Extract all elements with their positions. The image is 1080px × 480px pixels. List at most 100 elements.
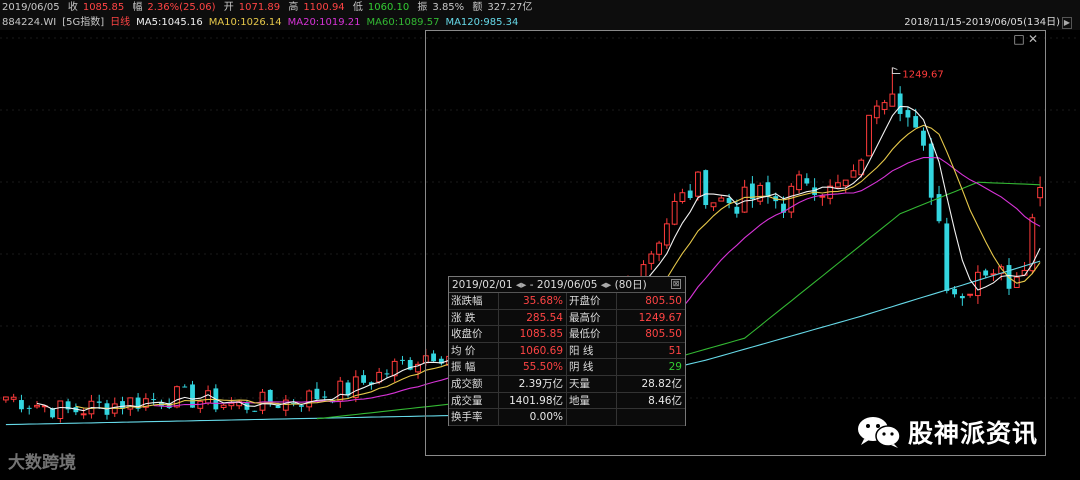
stats-start-date[interactable]: 2019/02/01: [452, 279, 513, 291]
candle-up: [391, 358, 398, 382]
amplitude-label: 振: [417, 2, 428, 13]
candle-body: [275, 405, 281, 409]
low-value: 1060.10: [367, 2, 410, 13]
candle-body: [337, 380, 344, 402]
candle-up: [220, 403, 227, 410]
candle-up: [10, 393, 17, 403]
candle-down: [19, 394, 24, 413]
candle-down: [384, 369, 390, 378]
stat-key: 开盘价: [567, 293, 617, 309]
ma10-legend: MA10:1026.14: [208, 17, 282, 28]
stats-row: 换手率 0.00%: [449, 409, 685, 426]
scroll-right-arrow-icon[interactable]: ▶: [1062, 17, 1072, 29]
step-arrows-icon[interactable]: ◂▸: [516, 279, 527, 291]
candle-body: [361, 375, 367, 383]
stat-value: 0.00%: [499, 409, 567, 425]
stat-value: 1401.98亿: [499, 392, 567, 409]
amount-value: 327.27亿: [487, 2, 533, 13]
candle-body: [57, 400, 64, 419]
stat-key: [567, 409, 617, 425]
candle-down: [190, 380, 195, 408]
chart-title-bar: 884224.WI [5G指数] 日线 MA5:1045.16 MA10:1026.14…: [0, 16, 1080, 30]
candle-body: [314, 388, 320, 400]
ma5-legend: MA5:1045.16: [136, 17, 203, 28]
open-label: 开: [223, 2, 234, 13]
stats-row: 振 幅 55.50% 阴 线 29: [449, 359, 685, 376]
candle-body: [400, 359, 405, 361]
candle-up: [57, 400, 64, 423]
restore-icon[interactable]: □: [1012, 32, 1026, 46]
change-label: 幅: [132, 2, 143, 13]
candle-body: [384, 373, 390, 375]
candle-down: [104, 399, 110, 420]
interval-stats-panel: 2019/02/01 ◂▸ - 2019/06/05 ◂▸ (80日) ⊠ 涨跌…: [448, 276, 686, 426]
candle-body: [322, 396, 328, 398]
open-value: 1071.89: [238, 2, 281, 13]
candle-body: [2, 396, 9, 401]
stat-key: 最低价: [567, 326, 617, 342]
close-label: 收: [67, 2, 78, 13]
stat-value: 1249.67: [638, 311, 682, 324]
candle-up: [80, 407, 87, 419]
candle-up: [282, 395, 289, 417]
left-watermark: 大数跨境: [8, 453, 76, 473]
stat-key: 成交量: [449, 392, 499, 409]
candle-up: [197, 400, 204, 413]
stat-value: 51: [668, 344, 682, 357]
ma120-legend: MA120:985.34: [445, 17, 519, 28]
stat-value: 285.54: [499, 309, 567, 326]
candle-body: [34, 404, 40, 408]
ma20-legend: MA20:1019.21: [287, 17, 361, 28]
candle-down: [65, 398, 71, 414]
date-range-label: 2018/11/15-2019/06/05(134日): [904, 17, 1060, 28]
candle-body: [376, 371, 383, 383]
candle-body: [80, 413, 87, 416]
stat-key: 最高价: [567, 309, 617, 326]
step-arrows-icon[interactable]: ◂▸: [601, 279, 612, 291]
candle-body: [182, 386, 188, 388]
stats-row: 涨 跌 285.54 最高价 1249.67: [449, 309, 685, 327]
candle-body: [151, 399, 157, 401]
index-name: [5G指数]: [62, 17, 105, 28]
stat-value: 8.46亿: [648, 394, 682, 407]
stat-key: 阳 线: [567, 342, 617, 359]
candle-down: [182, 384, 188, 388]
change-value: 2.36%(25.06): [147, 2, 216, 13]
candle-body: [205, 390, 211, 404]
quote-date: 2019/06/05: [2, 2, 60, 13]
stat-value: 2.39万亿: [499, 375, 567, 392]
candle-down: [252, 410, 258, 413]
candle-up: [352, 370, 359, 403]
candle-body: [96, 401, 102, 403]
candle-up: [34, 400, 40, 409]
stats-row: 成交额 2.39万亿 天量 28.82亿: [449, 375, 685, 393]
candle-body: [10, 396, 17, 400]
candle-up: [306, 389, 313, 412]
stat-value: 35.68%: [499, 293, 567, 309]
candle-down: [96, 394, 102, 409]
quote-bar: 2019/06/05 收 1085.85 幅 2.36%(25.06) 开 1071.…: [0, 0, 1080, 16]
candle-body: [26, 407, 32, 409]
stat-key: 成交额: [449, 375, 499, 392]
stat-key: 收盘价: [449, 326, 499, 342]
candle-down: [322, 390, 328, 401]
stats-end-date[interactable]: - 2019/06/05: [530, 279, 598, 291]
period-label[interactable]: 日线: [110, 17, 130, 28]
candle-up: [337, 376, 344, 408]
candle-up: [2, 396, 9, 403]
candle-down: [120, 396, 125, 415]
stats-row: 均 价 1060.69 阳 线 51: [449, 342, 685, 360]
close-icon[interactable]: ✕: [1026, 32, 1040, 46]
stat-key: 换手率: [449, 409, 499, 425]
stats-row: 收盘价 1085.85 最低价 805.50: [449, 326, 685, 343]
right-watermark: 股神派资讯: [856, 412, 1038, 452]
high-value: 1100.94: [303, 2, 345, 13]
index-code: 884224.WI: [2, 17, 57, 28]
stats-header: 2019/02/01 ◂▸ - 2019/06/05 ◂▸ (80日) ⊠: [449, 277, 685, 293]
stats-close-icon[interactable]: ⊠: [671, 279, 681, 289]
candle-body: [228, 402, 235, 407]
amount-label: 额: [472, 2, 483, 13]
candle-body: [306, 390, 313, 408]
stat-key: 涨跌幅: [449, 293, 499, 309]
ma60-legend: MA60:1089.57: [366, 17, 440, 28]
